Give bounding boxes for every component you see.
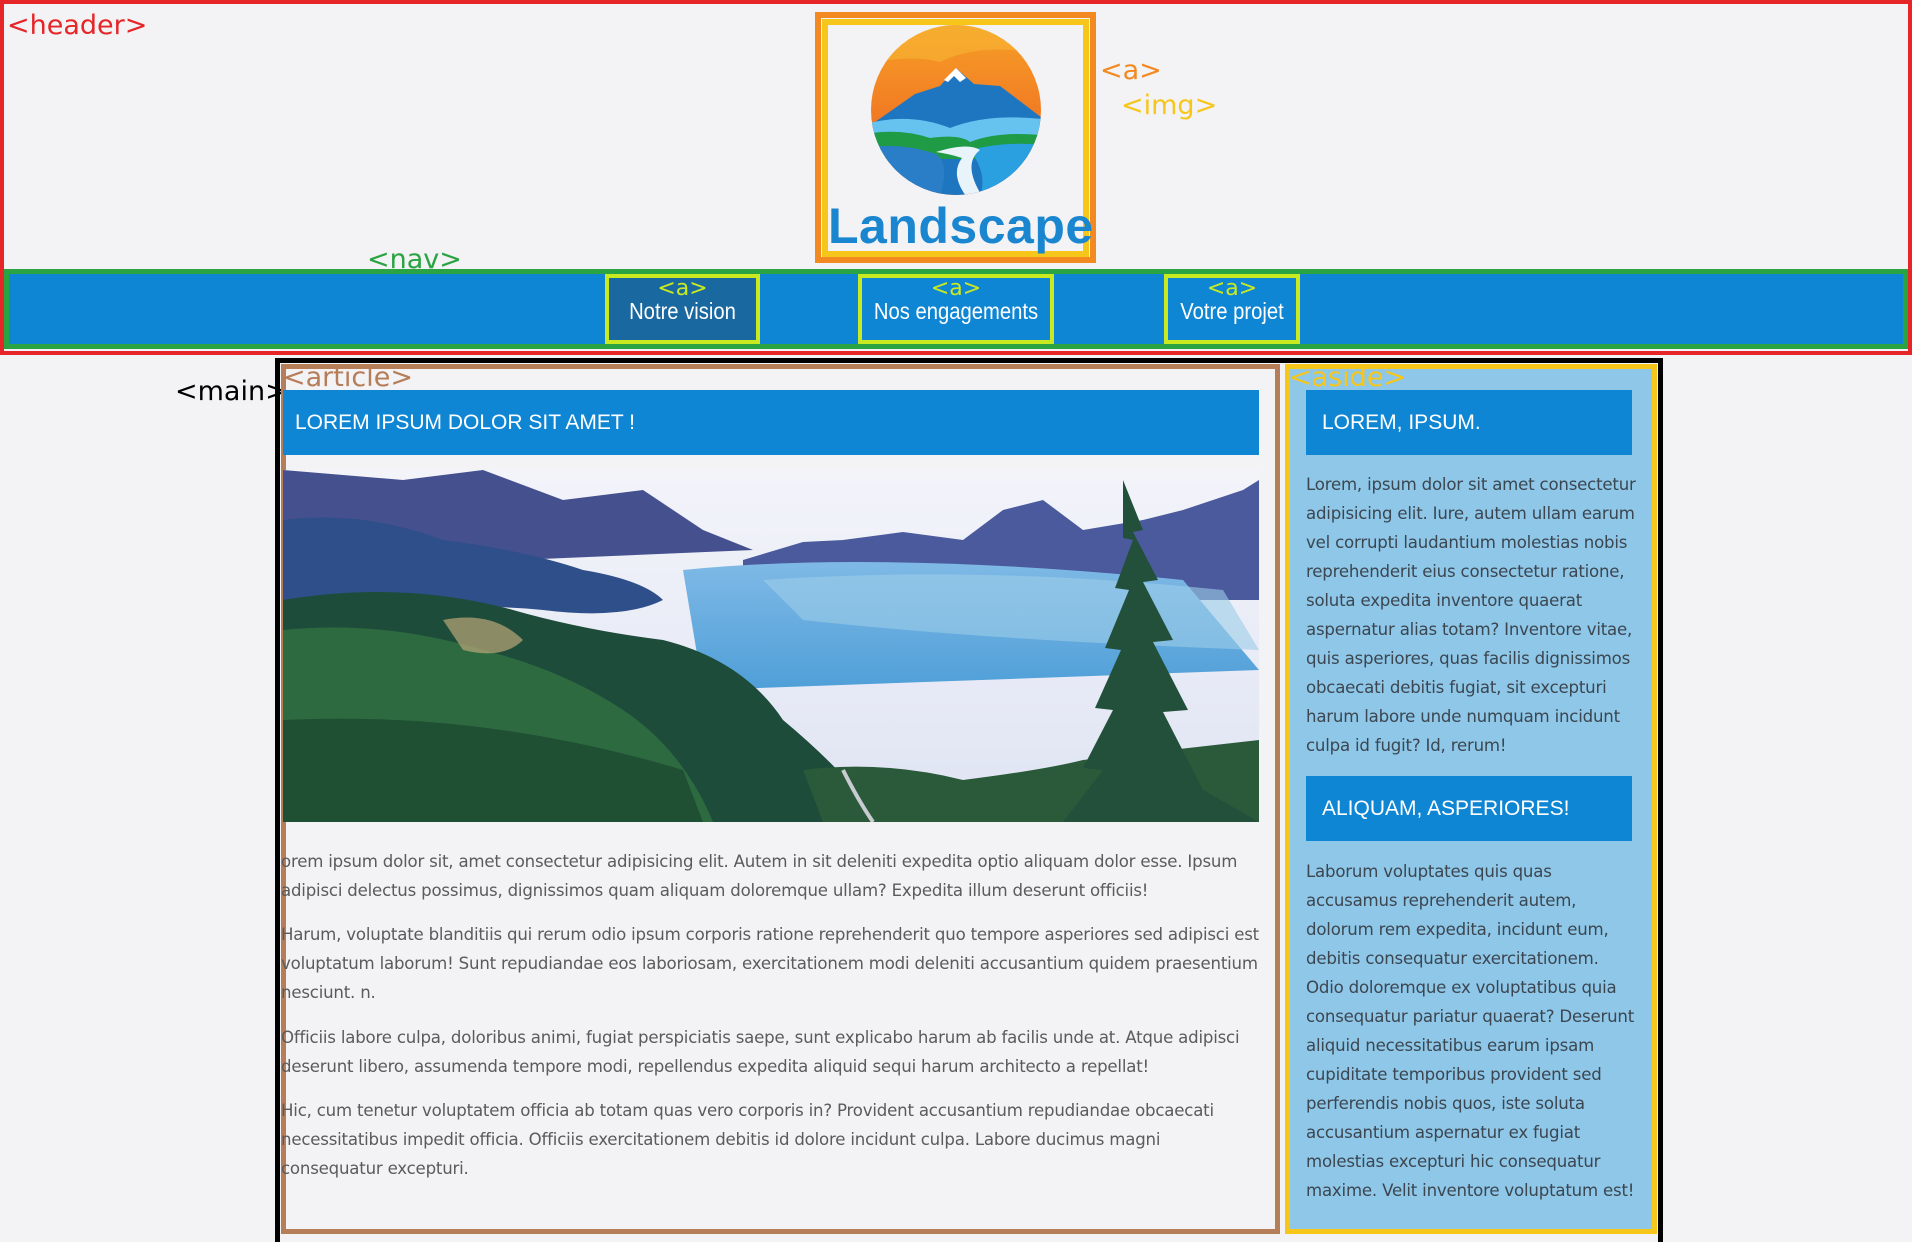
article-title: LOREM IPSUM DOLOR SIT AMET ! — [283, 390, 1259, 455]
nav-link-votre-projet[interactable]: <a> Votre projet — [1164, 274, 1300, 344]
aside-section-text: Lorem, ipsum dolor sit amet consectetur … — [1306, 475, 1636, 755]
nav-link-nos-engagements[interactable]: <a> Nos engagements — [858, 274, 1054, 344]
img-tag-label: <img> — [1121, 90, 1218, 121]
nav-a-tag-label: <a> — [657, 276, 708, 301]
nav-a-tag-label: <a> — [930, 276, 982, 301]
article-tag-label: <article> — [283, 362, 413, 393]
article-paragraph: Harum, voluptate blanditiis qui rerum od… — [281, 925, 1259, 1002]
logo-wordmark: Landscape — [828, 198, 1094, 254]
nav-a-tag-label: <a> — [1206, 276, 1258, 301]
main-tag-label: <main> — [175, 376, 288, 407]
a-tag-label: <a> — [1100, 55, 1162, 86]
nav-link-label: Notre vision — [629, 298, 736, 324]
article-paragraph: Officiis labore culpa, doloribus animi, … — [281, 1028, 1240, 1076]
article-paragraph: Hic, cum tenetur voluptatem officia ab t… — [281, 1101, 1214, 1178]
aside-section-title: ALIQUAM, ASPERIORES! — [1306, 776, 1632, 841]
landscape-logo-icon — [871, 25, 1041, 195]
nav-link-label: Nos engagements — [873, 298, 1039, 324]
aside-section-text: Laborum voluptates quis quas accusamus r… — [1306, 862, 1635, 1200]
nav-link-notre-vision[interactable]: <a> Notre vision — [605, 274, 760, 344]
article-paragraph: orem ipsum dolor sit, amet consectetur a… — [281, 852, 1238, 900]
aside-tag-label: <aside> — [1289, 362, 1407, 393]
header-tag-label: <header> — [7, 10, 148, 41]
lake-landscape-image — [283, 470, 1259, 822]
aside-section-title: LOREM, IPSUM. — [1306, 390, 1632, 455]
nav-link-label: Votre projet — [1180, 298, 1284, 324]
